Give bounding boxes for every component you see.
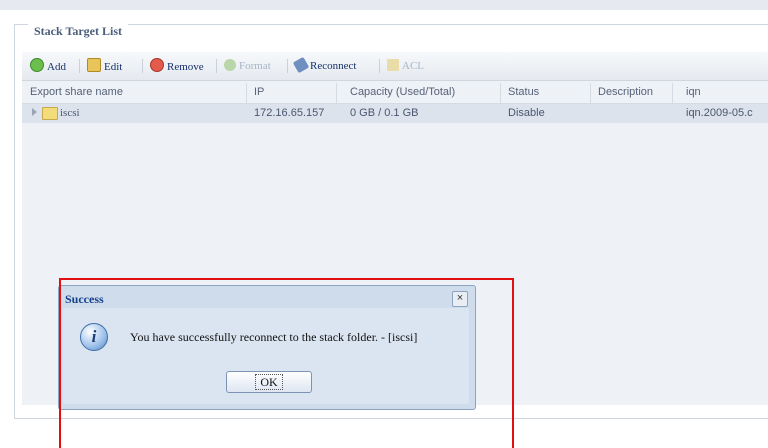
add-button[interactable]: Add	[30, 58, 66, 74]
toolbar-separator	[79, 59, 80, 73]
column-divider	[336, 83, 337, 103]
column-divider	[672, 83, 673, 103]
remove-icon	[150, 58, 164, 72]
remove-button[interactable]: Remove	[150, 58, 204, 74]
grid-header: Export share name IP Capacity (Used/Tota…	[22, 83, 768, 104]
fieldset-legend: Stack Target List	[28, 24, 129, 39]
column-divider	[246, 83, 247, 103]
add-icon	[30, 58, 44, 72]
column-header-ip[interactable]: IP	[254, 86, 264, 98]
column-header-status[interactable]: Status	[508, 86, 539, 98]
cell-iqn: iqn.2009-05.c	[686, 107, 753, 119]
expand-arrow-icon[interactable]	[32, 108, 37, 116]
edit-icon	[87, 58, 101, 72]
column-header-capacity[interactable]: Capacity (Used/Total)	[350, 86, 455, 98]
table-row[interactable]: iscsi 172.16.65.157 0 GB / 0.1 GB Disabl…	[22, 104, 768, 123]
edit-button[interactable]: Edit	[87, 58, 122, 74]
reconnect-button[interactable]: Reconnect	[292, 56, 356, 74]
toolbar-separator	[287, 59, 288, 73]
acl-icon	[387, 59, 399, 71]
toolbar: Add Edit Remove Format Reconnect ACL	[22, 52, 768, 81]
column-divider	[500, 83, 501, 103]
toolbar-separator	[142, 59, 143, 73]
acl-button[interactable]: ACL	[387, 58, 424, 74]
top-band	[0, 0, 768, 10]
toolbar-separator	[216, 59, 217, 73]
reconnect-icon	[292, 56, 310, 74]
column-divider	[590, 83, 591, 103]
cell-capacity: 0 GB / 0.1 GB	[350, 107, 419, 119]
column-header-name[interactable]: Export share name	[30, 86, 123, 98]
toolbar-separator	[379, 59, 380, 73]
column-header-iqn[interactable]: iqn	[686, 86, 701, 98]
folder-icon	[42, 107, 58, 120]
column-header-description[interactable]: Description	[598, 86, 653, 98]
cell-name: iscsi	[60, 107, 80, 119]
cell-ip: 172.16.65.157	[254, 107, 325, 119]
format-button[interactable]: Format	[224, 58, 271, 74]
cell-status: Disable	[508, 107, 545, 119]
format-icon	[224, 59, 236, 71]
highlight-box	[59, 278, 514, 448]
